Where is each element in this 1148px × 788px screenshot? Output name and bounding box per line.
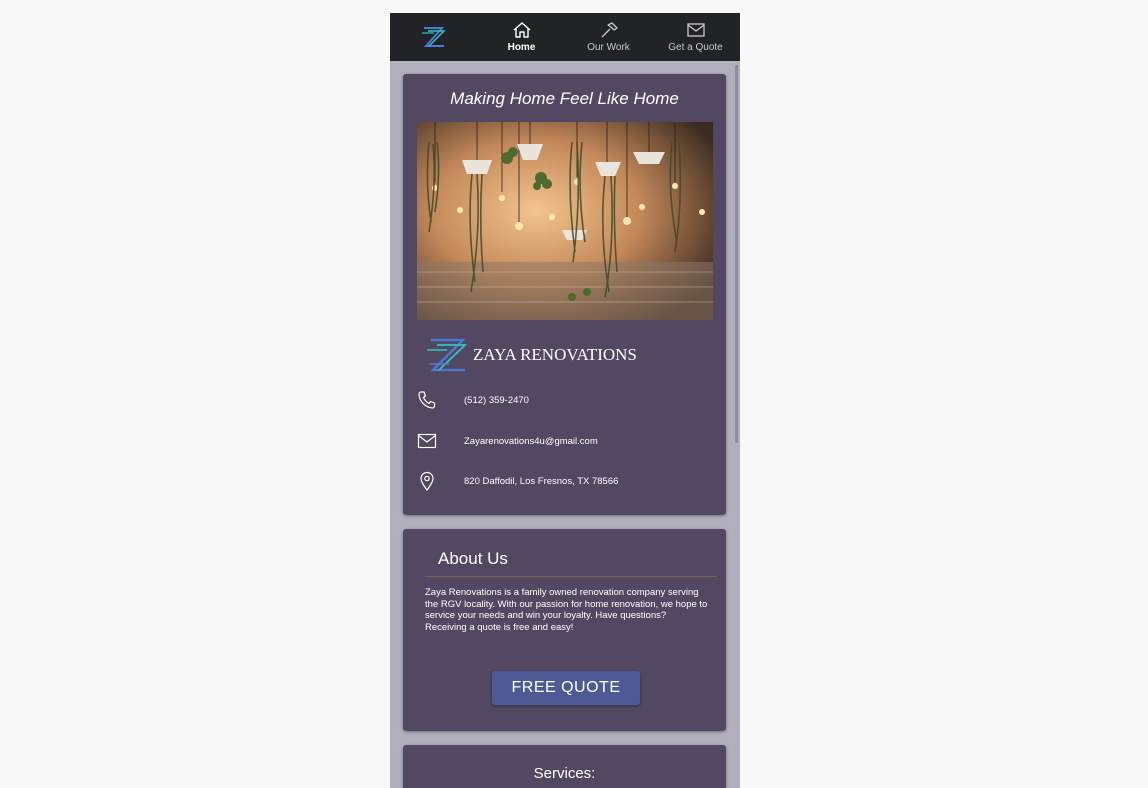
contact-email-row[interactable]: Zayarenovations4u@gmail.com [417,431,717,451]
zaya-logo-icon [427,338,468,372]
services-title: Services: [533,765,596,782]
free-quote-button[interactable]: FREE QUOTE [492,671,640,705]
mobile-viewport: Home Our Work Get a Quote Making Home Fe… [390,13,740,788]
email-icon [417,431,437,451]
top-nav: Home Our Work Get a Quote [390,13,740,61]
zaya-logo-icon [422,27,446,47]
contact-address-row[interactable]: 820 Daffodil, Los Fresnos, TX 78566 [417,471,717,491]
street-address: 820 Daffodil, Los Fresnos, TX 78566 [464,475,619,487]
phone-icon [417,390,437,410]
services-card: Services: [403,745,726,788]
tab-get-a-quote[interactable]: Get a Quote [652,13,739,61]
home-icon [513,22,530,38]
tab-our-work-label: Our Work [587,42,630,53]
tab-our-work[interactable]: Our Work [565,13,652,61]
about-card: About Us Zaya Renovations is a family ow… [403,529,726,731]
hammer-icon [601,22,618,38]
hero-tagline: Making Home Feel Like Home [450,89,679,108]
hero-photo [417,122,713,320]
tab-home-label: Home [507,42,536,53]
phone-number: (512) 359-2470 [464,394,529,406]
contact-phone-row[interactable]: (512) 359-2470 [417,390,717,410]
nav-logo[interactable] [390,13,478,61]
divider [425,576,717,577]
tab-get-a-quote-label: Get a Quote [668,42,723,53]
scrollbar[interactable] [735,65,738,443]
about-description: Zaya Renovations is a family owned renov… [425,587,708,633]
location-pin-icon [417,471,437,491]
mail-icon [686,23,705,37]
brand-row: ZAYA RENOVATIONS [425,336,637,374]
hero-card: Making Home Feel Like Home ZAYA RENOVATI… [403,74,726,515]
email-address: Zayarenovations4u@gmail.com [464,435,598,447]
about-title: About Us [438,549,508,568]
tab-home[interactable]: Home [478,13,565,61]
brand-name: ZAYA RENOVATIONS [473,345,637,364]
